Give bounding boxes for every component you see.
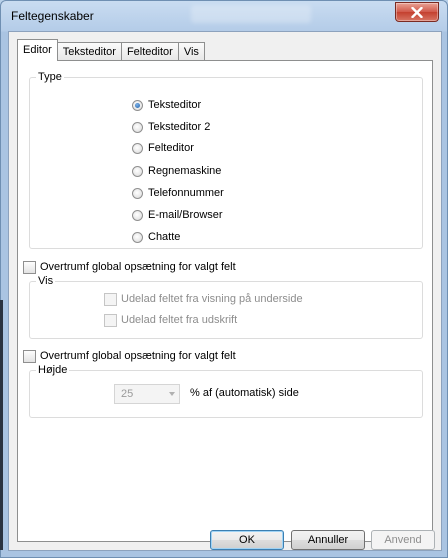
tab-teksteditor[interactable]: Teksteditor [56,42,122,61]
background-edge [0,300,3,550]
radio-label: Teksteditor [148,99,202,111]
close-button[interactable] [395,2,439,22]
exclude-from-subpage-checkbox[interactable]: Udelad feltet fra visning på underside [104,291,303,307]
exclude-from-print-checkbox[interactable]: Udelad feltet fra udskrift [104,312,237,328]
override-label: Overtrumf global opsætning for valgt fel… [40,350,236,362]
radio-button[interactable] [132,142,143,154]
height-group-label: Højde [36,364,70,377]
tab-strip: Editor Teksteditor Felteditor Vis [17,39,205,61]
radio-button[interactable] [132,231,143,243]
override-global-checkbox-2[interactable]: Overtrumf global opsætning for valgt fel… [23,348,236,364]
radio-label: Chatte [148,231,181,243]
close-icon [411,6,423,18]
dialog-client: Editor Teksteditor Felteditor Vis Type T… [8,31,442,551]
type-group-label: Type [36,71,64,84]
checkbox[interactable] [23,349,36,363]
radio-button[interactable] [132,187,143,199]
checkbox[interactable] [104,292,117,306]
checkbox-label: Udelad feltet fra visning på underside [121,293,303,305]
radio-button[interactable] [132,121,143,133]
height-value: 25 [121,388,134,400]
radio-button[interactable] [132,209,143,221]
tab-editor[interactable]: Editor [17,39,58,61]
radio-teksteditor-2[interactable]: Teksteditor 2 [132,119,210,135]
radio-felteditor[interactable]: Felteditor [132,140,194,156]
checkbox[interactable] [104,313,117,327]
override-label: Overtrumf global opsætning for valgt fel… [40,261,236,273]
radio-teksteditor[interactable]: Teksteditor [132,97,201,113]
radio-label: Teksteditor 2 [148,121,211,133]
height-combobox[interactable]: 25 [114,384,180,404]
radio-label: Regnemaskine [148,165,222,177]
cancel-button[interactable]: Annuller [291,530,365,550]
checkbox-label: Udelad feltet fra udskrift [121,314,238,326]
vis-group-label: Vis [36,275,56,288]
radio-regnemaskine[interactable]: Regnemaskine [132,163,221,179]
checkbox[interactable] [23,260,36,274]
editor-tab-panel: Type Teksteditor Teksteditor 2 Feltedito… [17,60,433,542]
height-unit-label: % af (automatisk) side [190,387,299,399]
tab-felteditor[interactable]: Felteditor [120,42,179,61]
override-global-checkbox-1[interactable]: Overtrumf global opsætning for valgt fel… [23,259,236,275]
apply-button[interactable]: Anvend [371,530,435,550]
radio-telefonnummer[interactable]: Telefonnummer [132,185,224,201]
radio-label: Felteditor [148,142,194,154]
tab-vis[interactable]: Vis [177,42,205,61]
radio-chatte[interactable]: Chatte [132,229,180,245]
radio-label: Telefonnummer [148,187,224,199]
ok-button[interactable]: OK [210,530,284,550]
type-group: Type Teksteditor Teksteditor 2 Feltedito… [29,71,423,249]
height-group: Højde 25 % af (automatisk) side [29,364,423,418]
title-bar[interactable]: Feltegenskaber [1,1,447,31]
radio-button[interactable] [132,165,143,177]
radio-button-checked[interactable] [132,99,143,111]
chevron-down-icon [169,392,175,396]
dialog-window: Feltegenskaber Editor Teksteditor Felted… [0,0,448,558]
vis-group: Vis Udelad feltet fra visning på undersi… [29,275,423,339]
window-title: Feltegenskaber [11,9,94,23]
radio-label: E-mail/Browser [148,209,223,221]
title-bar-blur [191,5,311,23]
radio-email-browser[interactable]: E-mail/Browser [132,207,223,223]
